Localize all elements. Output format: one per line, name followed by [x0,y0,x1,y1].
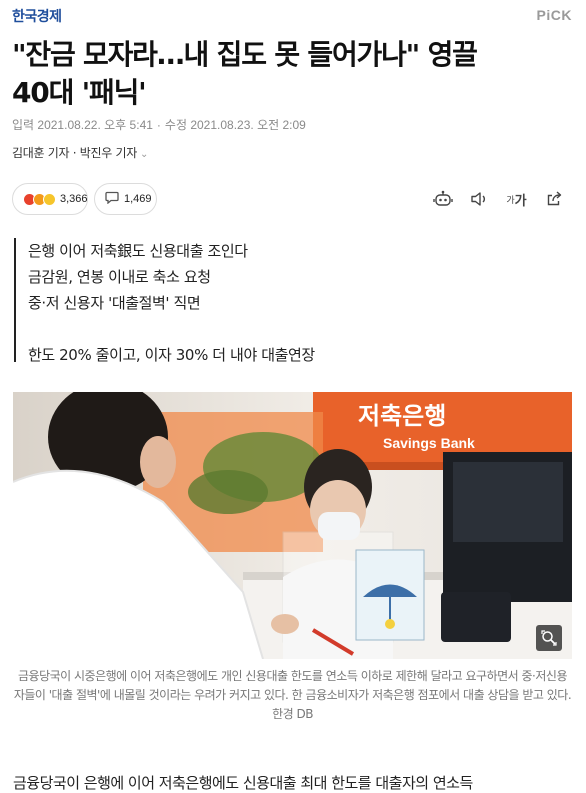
reporter-byline[interactable]: 김대훈 기자 · 박진우 기자 ⌄ [12,144,148,161]
modified-date: 수정 2021.08.23. 오전 2:09 [164,118,306,132]
reporter-names[interactable]: 김대훈 기자 · 박진우 기자 [12,146,137,160]
bank-sign-text: 저축은행 [358,402,446,430]
article-toolbar: 가가 [424,188,572,210]
share-icon[interactable] [535,188,572,210]
article-photo[interactable]: 저축은행 Savings Bank [13,392,572,659]
photo-illustration: 저축은행 Savings Bank [13,392,572,659]
pick-badge[interactable]: PiCK [537,7,572,23]
article-headline: "잔금 모자라…내 집도 못 들어가나" 영끌 40대 '패닉' [12,36,572,112]
comment-count: 1,469 [124,193,152,205]
headline-line-1: "잔금 모자라…내 집도 못 들어가나" 영끌 [12,38,478,71]
summary-line: 은행 이어 저축銀도 신용대출 조인다 [28,242,248,260]
reaction-button[interactable]: 3,366 [12,183,88,215]
robot-read-icon[interactable] [424,188,461,210]
speaker-icon[interactable] [461,188,498,210]
input-date: 입력 2021.08.22. 오후 5:41 [12,118,153,132]
bank-sign-sub: Savings Bank [383,435,475,451]
chevron-down-icon[interactable]: ⌄ [140,149,148,160]
text-size-icon[interactable]: 가가 [498,188,535,210]
comment-bubble-icon [105,191,119,207]
article-meta: 입력 2021.08.22. 오후 5:41 · 수정 2021.08.23. 오전… [12,116,306,133]
top-bar: 한국경제 PiCK [0,0,586,30]
text-size-label: 가 [514,193,527,209]
article-body-first-line: 금융당국이 은행에 이어 저축은행에도 신용대출 최대 한도를 대출자의 연소득 [13,774,473,792]
headline-line-2: 40대 '패닉' [12,76,147,109]
emoji-reaction-icon [23,192,56,206]
summary-line: 중·저 신용자 '대출절벽' 직면 [28,294,201,312]
zoom-icon[interactable] [536,625,562,651]
summary-line: 금감원, 연봉 이내로 축소 요청 [28,268,211,286]
article-summary: 은행 이어 저축銀도 신용대출 조인다 금감원, 연봉 이내로 축소 요청 중·… [14,238,464,364]
press-logo[interactable]: 한국경제 [12,6,62,26]
photo-caption: 금융당국이 시중은행에 이어 저축은행에도 개인 신용대출 한도를 연소득 이하… [13,669,572,721]
summary-line: 한도 20% 줄이고, 이자 30% 더 내야 대출연장 [28,346,315,364]
comment-button[interactable]: 1,469 [94,183,157,215]
meta-separator: · [156,118,161,132]
reaction-count: 3,366 [60,193,88,205]
